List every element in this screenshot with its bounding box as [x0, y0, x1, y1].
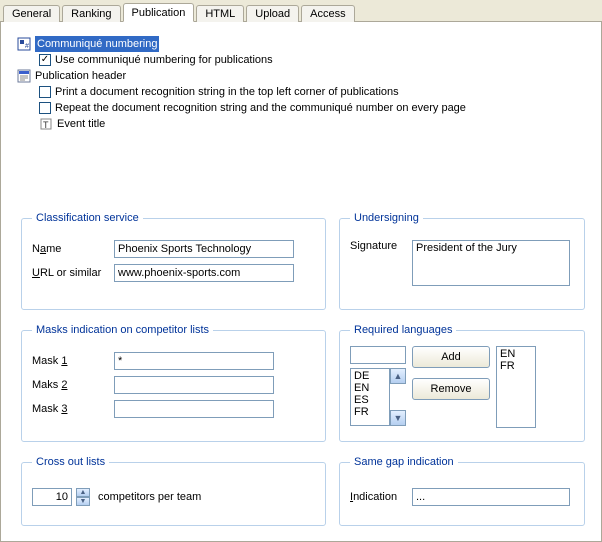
input-classification-name[interactable] — [114, 240, 294, 258]
label-url: URL or similar — [32, 267, 114, 279]
label-name: Name — [32, 243, 114, 255]
input-competitors-per-team[interactable] — [32, 488, 72, 506]
group-legend: Masks indication on competitor lists — [32, 324, 213, 336]
tree-node-use-communique[interactable]: ✓ Use communiqué numbering for publicati… — [17, 52, 585, 68]
checkbox-repeat-recognition[interactable] — [39, 102, 51, 114]
group-samegap: Same gap indication Indication — [339, 456, 585, 526]
tab-general[interactable]: General — [3, 5, 60, 22]
listbox-selected-languages[interactable]: EN FR — [496, 346, 536, 428]
checkbox-use-communique[interactable]: ✓ — [39, 54, 51, 66]
tree-label: Repeat the document recognition string a… — [55, 100, 466, 116]
tree-node-event-title[interactable]: T Event title — [17, 116, 585, 132]
checkbox-print-recognition[interactable] — [39, 86, 51, 98]
group-legend: Cross out lists — [32, 456, 109, 468]
tree-label: Publication header — [35, 68, 126, 84]
svg-text:T: T — [43, 120, 49, 130]
label-signature: Signature — [350, 240, 412, 252]
spin-up[interactable]: ▲ — [76, 488, 90, 497]
group-legend: Undersigning — [350, 212, 423, 224]
list-item[interactable]: EN — [498, 348, 534, 360]
input-language-code[interactable] — [350, 346, 406, 364]
tree-label: Communiqué numbering — [35, 36, 159, 52]
label-mask2: Maks 2 — [32, 379, 114, 391]
numbering-icon: # — [17, 37, 31, 51]
input-mask3[interactable] — [114, 400, 274, 418]
tree-node-publication-header[interactable]: Publication header — [17, 68, 585, 84]
listbox-available-languages[interactable]: DE EN ES FR — [350, 368, 390, 426]
group-languages: Required languages DE EN ES FR ▲ ▼ — [339, 324, 585, 442]
tab-upload[interactable]: Upload — [246, 5, 299, 22]
remove-button[interactable]: Remove — [412, 378, 490, 400]
spin-down[interactable]: ▼ — [76, 497, 90, 506]
tab-access[interactable]: Access — [301, 5, 354, 22]
group-classification: Classification service Name URL or simil… — [21, 212, 326, 310]
tab-ranking[interactable]: Ranking — [62, 5, 120, 22]
event-title-icon: T — [39, 117, 53, 131]
group-masks: Masks indication on competitor lists Mas… — [21, 324, 326, 442]
publication-page: # Communiqué numbering ✓ Use communiqué … — [0, 22, 602, 542]
tree-label: Use communiqué numbering for publication… — [55, 52, 273, 68]
input-mask1[interactable] — [114, 352, 274, 370]
group-legend: Same gap indication — [350, 456, 458, 468]
label-mask3: Mask 3 — [32, 403, 114, 415]
scroll-up-button[interactable]: ▲ — [390, 368, 406, 384]
input-indication[interactable] — [412, 488, 570, 506]
spinner-competitors[interactable]: ▲ ▼ — [76, 488, 90, 506]
scroll-down-button[interactable]: ▼ — [390, 410, 406, 426]
group-undersigning: Undersigning Signature President of the … — [339, 212, 585, 310]
label-mask1: Mask 1 — [32, 355, 114, 367]
tree-label: Print a document recognition string in t… — [55, 84, 399, 100]
input-classification-url[interactable] — [114, 264, 294, 282]
tab-strip: General Ranking Publication HTML Upload … — [0, 0, 602, 22]
list-item[interactable]: EN — [352, 382, 388, 394]
options-tree: # Communiqué numbering ✓ Use communiqué … — [17, 36, 585, 132]
tab-html[interactable]: HTML — [196, 5, 244, 22]
tree-node-print-recognition[interactable]: Print a document recognition string in t… — [17, 84, 585, 100]
tree-node-repeat-recognition[interactable]: Repeat the document recognition string a… — [17, 100, 585, 116]
list-item[interactable]: ES — [352, 394, 388, 406]
tree-node-communique-numbering[interactable]: # Communiqué numbering — [17, 36, 585, 52]
label-competitors-suffix: competitors per team — [98, 491, 201, 503]
list-item[interactable]: FR — [352, 406, 388, 418]
tree-label: Event title — [57, 116, 105, 132]
tab-publication[interactable]: Publication — [123, 3, 195, 22]
label-indication: Indication — [350, 491, 412, 503]
group-legend: Classification service — [32, 212, 143, 224]
list-item[interactable]: FR — [498, 360, 534, 372]
list-item[interactable]: DE — [352, 370, 388, 382]
add-button[interactable]: Add — [412, 346, 490, 368]
svg-text:#: # — [25, 43, 29, 50]
input-mask2[interactable] — [114, 376, 274, 394]
input-signature[interactable]: President of the Jury — [412, 240, 570, 286]
header-icon — [17, 69, 31, 83]
group-crossout: Cross out lists ▲ ▼ competitors per team — [21, 456, 326, 526]
group-legend: Required languages — [350, 324, 456, 336]
